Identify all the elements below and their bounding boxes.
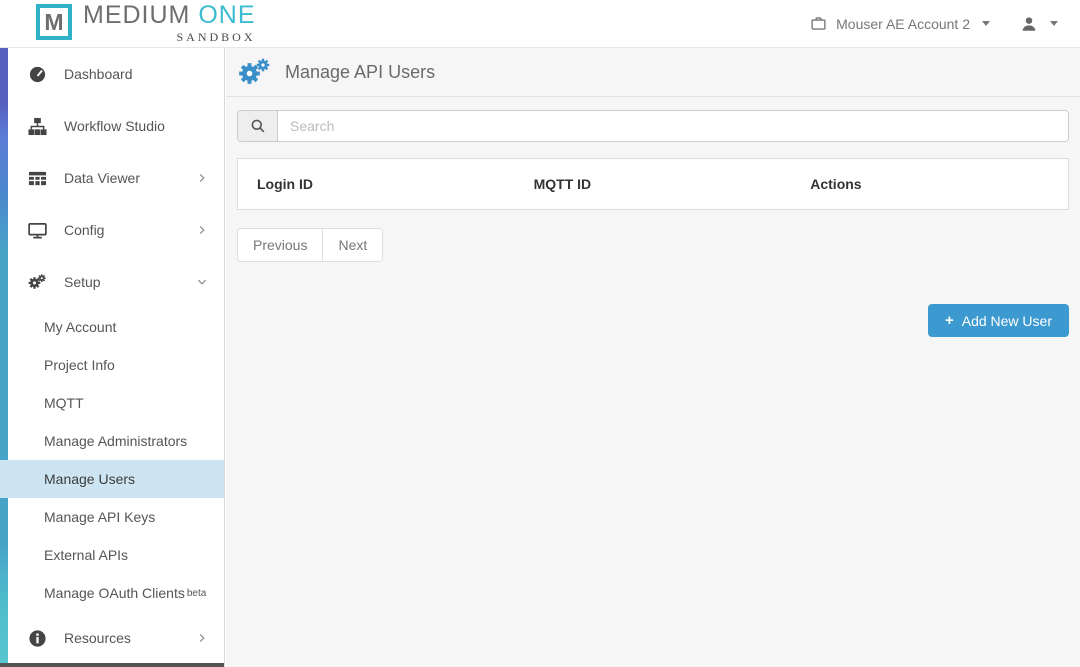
brand-name: MEDIUM ONE [83, 2, 256, 28]
sidebar-item-manage-users[interactable]: Manage Users [0, 460, 224, 498]
sidebar-item-config[interactable]: Config [0, 204, 224, 256]
table-header-row: Login ID MQTT ID Actions [238, 159, 1068, 209]
brand-mark-letter: M [44, 9, 63, 36]
page-header: Manage API Users [226, 48, 1080, 97]
beta-badge: beta [187, 588, 206, 599]
sidebar-item-label: Dashboard [64, 66, 133, 82]
search-bar [237, 110, 1069, 142]
brand-logo[interactable]: M MEDIUM ONE SANDBOX [36, 2, 256, 45]
sidebar-item-manage-administrators[interactable]: Manage Administrators [0, 422, 224, 460]
sidebar-item-label: Manage OAuth Clients [44, 585, 185, 601]
sidebar-item-label: Resources [64, 630, 131, 646]
content-area: Login ID MQTT ID Actions Previous Next +… [226, 97, 1080, 337]
brand-text: MEDIUM ONE SANDBOX [83, 2, 256, 45]
chevron-right-icon [196, 632, 208, 644]
sidebar-item-label: Project Info [44, 357, 115, 373]
sidebar-bottom-bar [0, 663, 224, 667]
pagination: Previous Next [237, 228, 383, 262]
sidebar-item-resources[interactable]: Resources [0, 612, 224, 664]
sitemap-icon [28, 117, 47, 136]
sidebar-item-label: Workflow Studio [64, 118, 165, 134]
main-content: Manage API Users Login ID MQTT ID Action… [226, 48, 1080, 667]
account-selector-label: Mouser AE Account 2 [836, 16, 970, 32]
sidebar-item-label: External APIs [44, 547, 128, 563]
add-user-row: + Add New User [237, 304, 1069, 337]
dashboard-icon [28, 65, 47, 84]
add-new-user-button[interactable]: + Add New User [928, 304, 1069, 337]
info-icon [28, 629, 47, 648]
sidebar-item-label: My Account [44, 319, 116, 335]
sidebar-item-external-apis[interactable]: External APIs [0, 536, 224, 574]
sidebar-item-label: MQTT [44, 395, 84, 411]
sidebar-item-label: Config [64, 222, 104, 238]
chevron-down-icon [196, 276, 208, 288]
previous-button[interactable]: Previous [238, 229, 323, 261]
sidebar: Dashboard Workflow Studio Data Viewer Co… [0, 48, 225, 667]
search-input[interactable] [278, 111, 1068, 141]
gears-icon [28, 273, 47, 292]
brand-tagline: SANDBOX [177, 30, 256, 45]
desktop-icon [28, 221, 47, 240]
brand-name-accent: ONE [198, 1, 255, 29]
caret-down-icon [982, 21, 990, 26]
chevron-right-icon [196, 224, 208, 236]
gears-icon [238, 58, 272, 86]
brand-mark-icon: M [36, 4, 72, 40]
sidebar-item-workflow-studio[interactable]: Workflow Studio [0, 100, 224, 152]
sidebar-item-dashboard[interactable]: Dashboard [0, 48, 224, 100]
sidebar-item-label: Manage API Keys [44, 509, 155, 525]
sidebar-item-project-info[interactable]: Project Info [0, 346, 224, 384]
add-new-user-label: Add New User [962, 313, 1052, 329]
account-selector[interactable]: Mouser AE Account 2 [810, 15, 990, 32]
caret-down-icon [1050, 21, 1058, 26]
sidebar-item-data-viewer[interactable]: Data Viewer [0, 152, 224, 204]
column-header-actions: Actions [791, 176, 1068, 192]
api-users-table: Login ID MQTT ID Actions [237, 158, 1069, 210]
plus-icon: + [945, 312, 954, 329]
top-navbar: M MEDIUM ONE SANDBOX Mouser AE Account 2 [0, 0, 1080, 48]
sidebar-item-label: Setup [64, 274, 101, 290]
column-header-mqtt-id: MQTT ID [515, 176, 792, 192]
navbar-right: Mouser AE Account 2 [810, 15, 1058, 33]
user-icon [1020, 15, 1038, 33]
table-icon [28, 169, 47, 188]
sidebar-item-manage-oauth-clients[interactable]: Manage OAuth Clientsbeta [0, 574, 224, 612]
sidebar-item-label: Manage Users [44, 471, 135, 487]
chevron-right-icon [196, 172, 208, 184]
search-icon [250, 118, 266, 134]
sidebar-item-label: Manage Administrators [44, 433, 187, 449]
sidebar-item-mqtt[interactable]: MQTT [0, 384, 224, 422]
search-addon [238, 111, 278, 141]
user-menu[interactable] [1020, 15, 1058, 33]
briefcase-icon [810, 15, 827, 32]
sidebar-item-manage-api-keys[interactable]: Manage API Keys [0, 498, 224, 536]
sidebar-item-label: Data Viewer [64, 170, 140, 186]
column-header-login-id: Login ID [238, 176, 515, 192]
sidebar-item-setup[interactable]: Setup [0, 256, 224, 308]
sidebar-item-my-account[interactable]: My Account [0, 308, 224, 346]
next-button[interactable]: Next [323, 229, 382, 261]
page-title: Manage API Users [285, 62, 435, 83]
sidebar-menu: Dashboard Workflow Studio Data Viewer Co… [0, 48, 224, 664]
